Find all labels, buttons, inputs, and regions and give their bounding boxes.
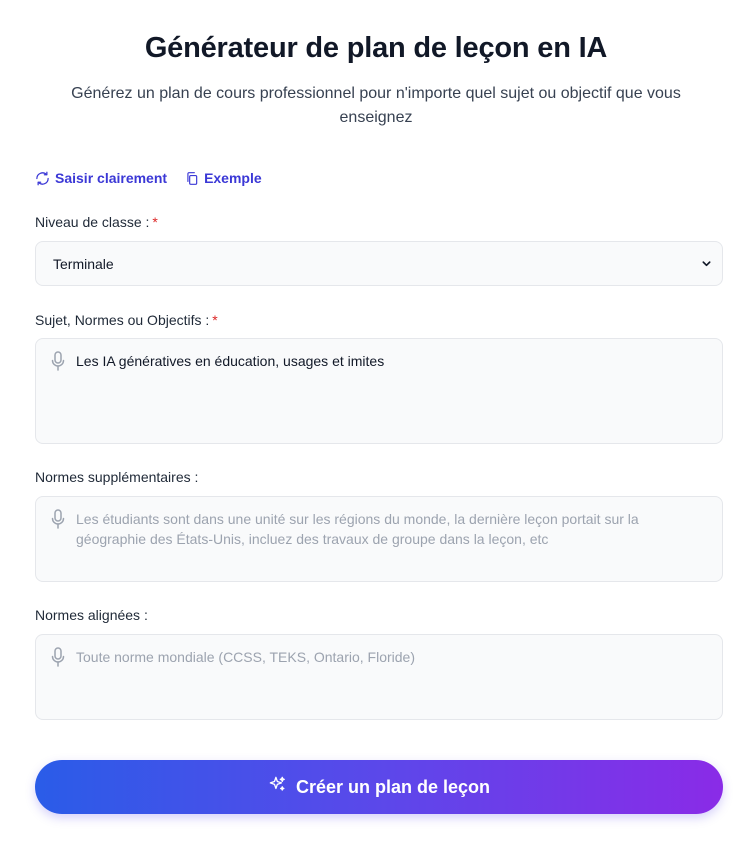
copy-icon: [185, 171, 199, 186]
clear-button-label: Saisir clairement: [55, 170, 168, 186]
subject-label: Sujet, Normes ou Objectifs : *: [35, 312, 218, 328]
chevron-down-icon: [701, 256, 712, 272]
required-marker: *: [152, 214, 158, 230]
additional-label: Normes supplémentaires :: [35, 469, 199, 485]
refresh-icon: [35, 171, 50, 186]
aligned-standards-textarea[interactable]: Toute norme mondiale (CCSS, TEKS, Ontari…: [35, 634, 723, 720]
microphone-icon[interactable]: [51, 351, 65, 376]
required-marker: *: [212, 312, 218, 328]
create-lesson-plan-label: Créer un plan de leçon: [295, 776, 491, 797]
aligned-label: Normes alignées :: [35, 607, 148, 623]
aligned-placeholder: Toute norme mondiale (CCSS, TEKS, Ontari…: [76, 649, 415, 665]
form-actions: Saisir clairement Exemple: [35, 170, 262, 186]
clear-button[interactable]: Saisir clairement: [35, 170, 167, 186]
grade-select-value: Terminale: [53, 255, 114, 272]
example-button[interactable]: Exemple: [185, 170, 262, 186]
subject-value: Les IA génératives en éducation, usages …: [76, 353, 385, 369]
create-lesson-plan-button[interactable]: Créer un plan de leçon: [35, 760, 723, 814]
grade-label: Niveau de classe : *: [35, 214, 158, 230]
page-title: Générateur de plan de leçon en IA: [144, 32, 608, 64]
grade-label-text: Niveau de classe :: [35, 214, 150, 230]
additional-standards-textarea[interactable]: Les étudiants sont dans une unité sur le…: [35, 496, 723, 582]
subject-label-text: Sujet, Normes ou Objectifs :: [35, 312, 210, 328]
example-button-label: Exemple: [204, 170, 262, 186]
sparkles-icon: [268, 775, 287, 799]
lesson-plan-page: Générateur de plan de leçon en IA Génére…: [0, 0, 752, 851]
page-subtitle: Générez un plan de cours professionnel p…: [71, 85, 681, 126]
microphone-icon[interactable]: [51, 647, 65, 672]
additional-placeholder: Les étudiants sont dans une unité sur le…: [76, 511, 639, 547]
subject-textarea[interactable]: Les IA génératives en éducation, usages …: [35, 338, 723, 444]
microphone-icon[interactable]: [51, 509, 65, 534]
grade-select[interactable]: Terminale: [35, 241, 723, 286]
